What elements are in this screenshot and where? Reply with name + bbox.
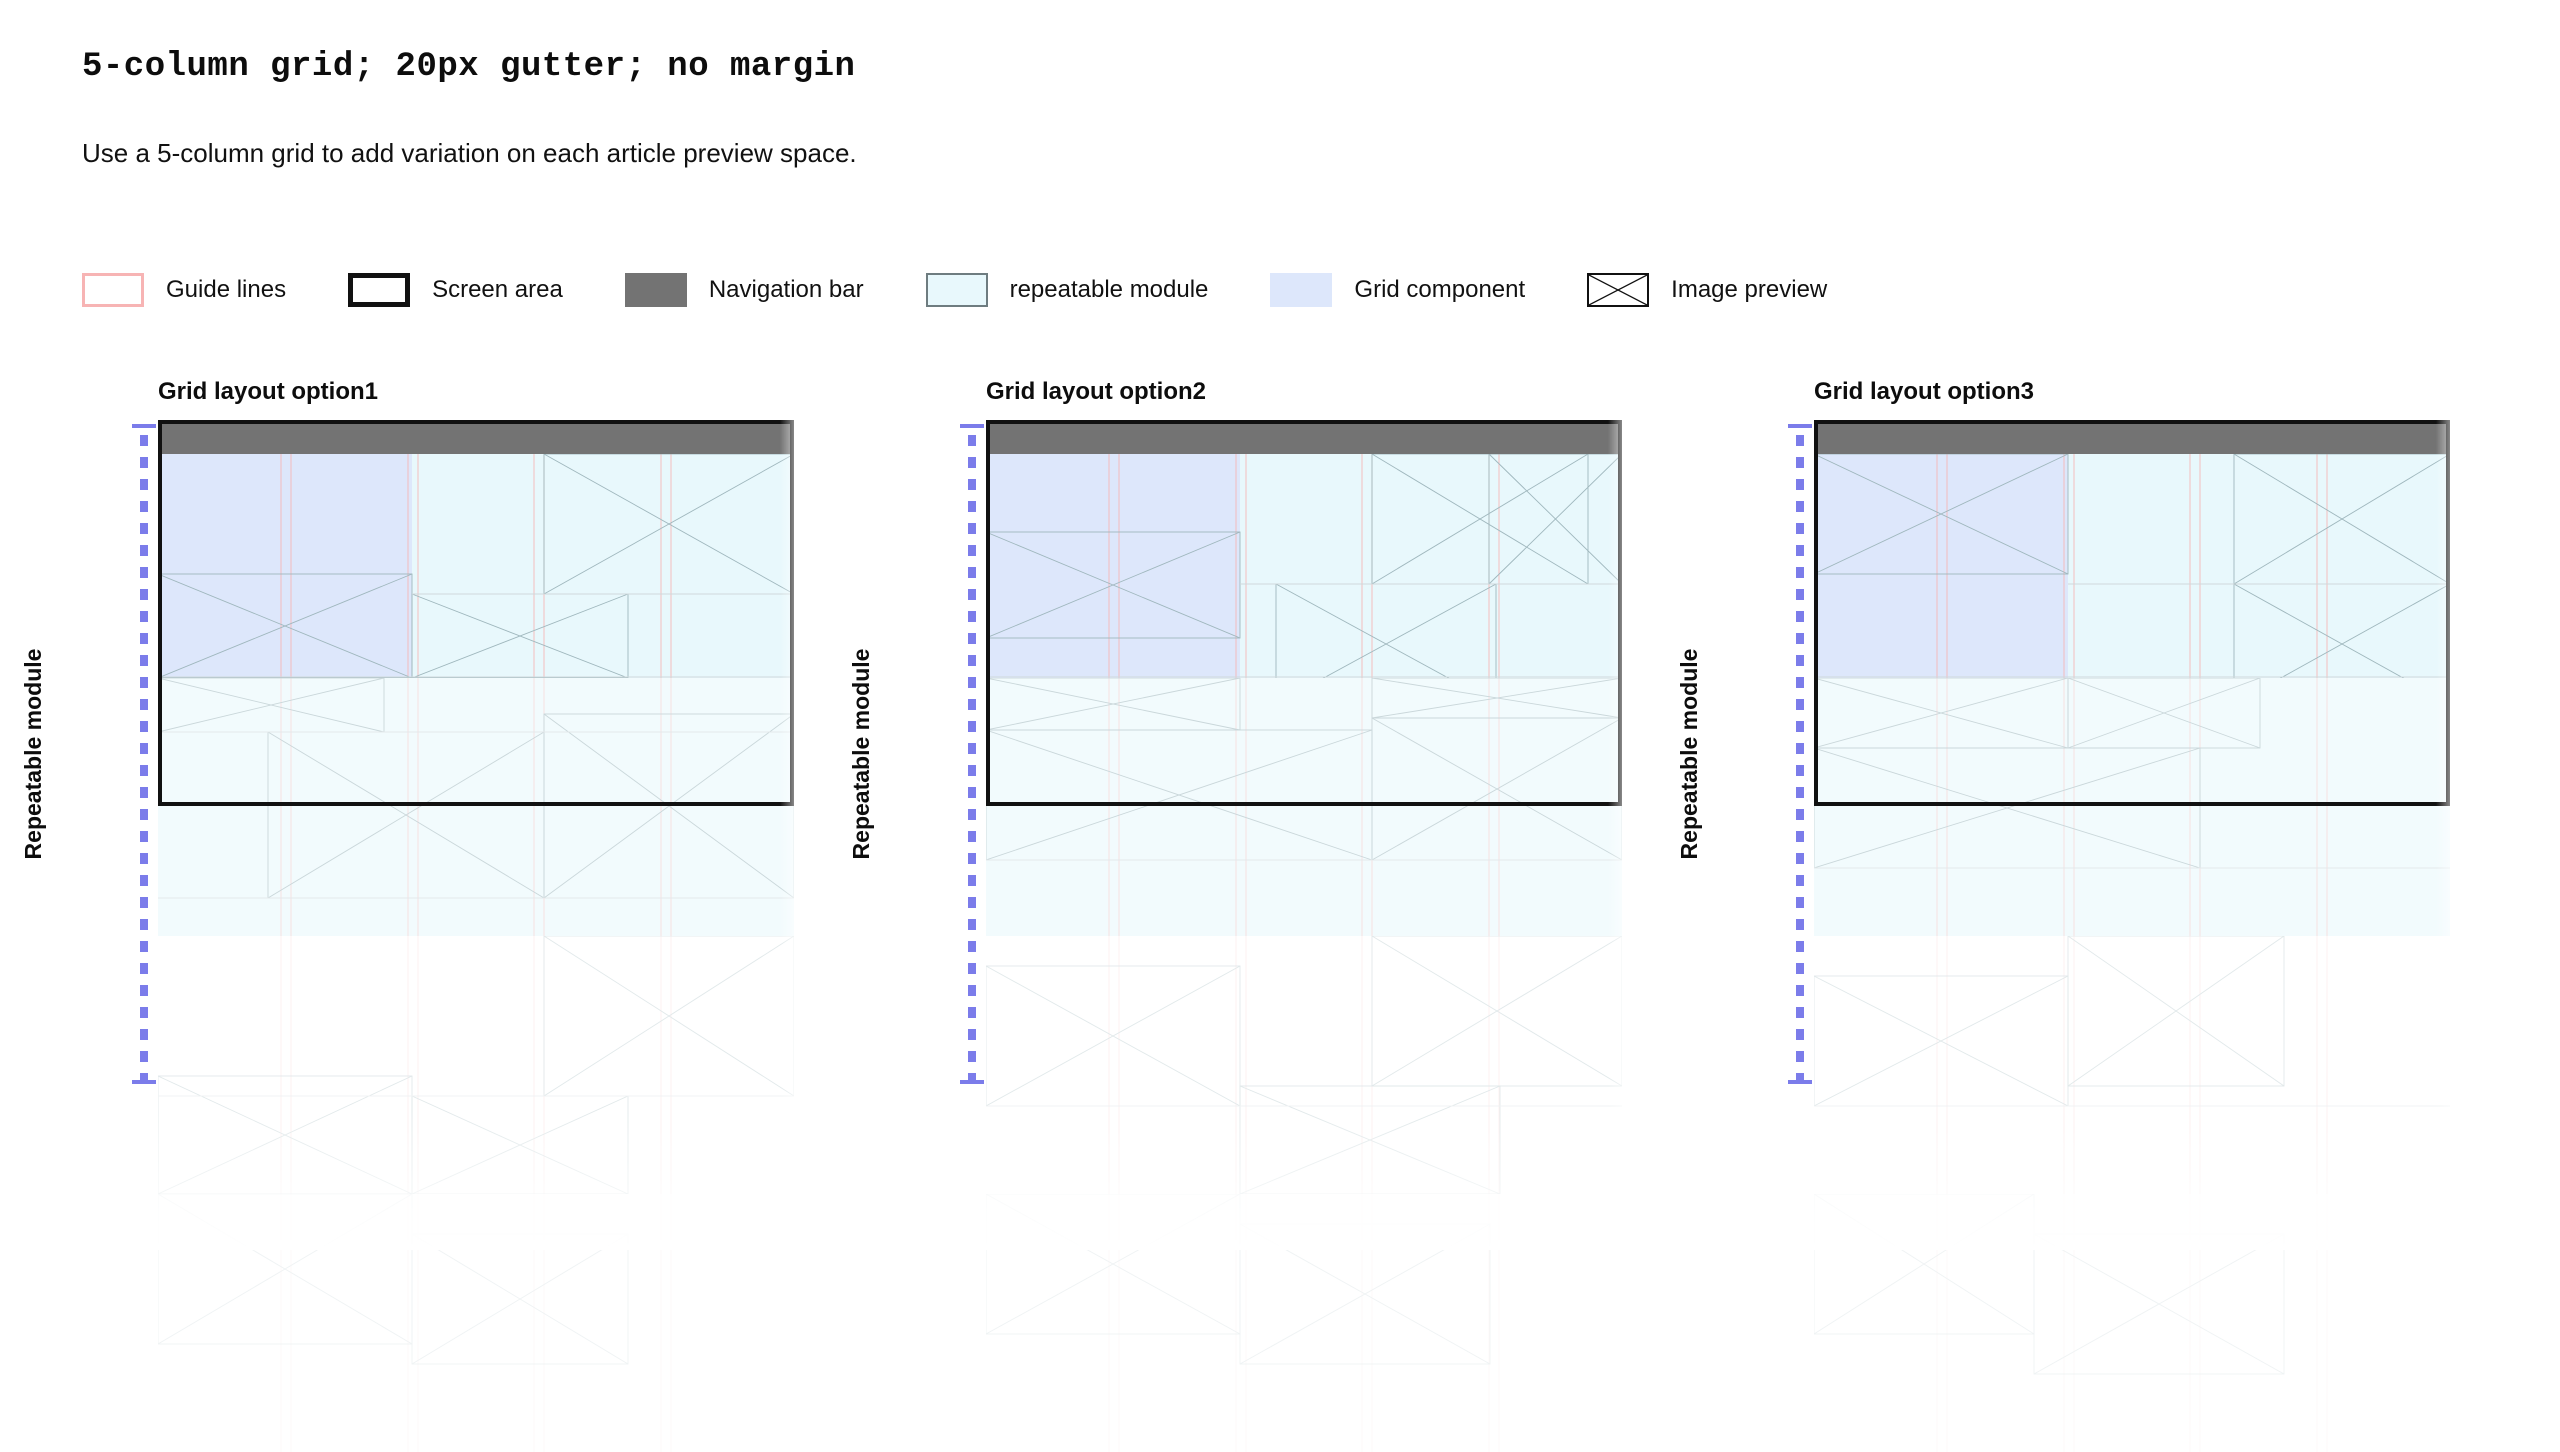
module-stack <box>1804 420 2464 1452</box>
indicator-dotted-line-icon <box>1796 424 1804 1084</box>
legend-label-repeatable-module: repeatable module <box>1009 276 1209 303</box>
legend: Guide lines Screen area Navigation bar r… <box>82 270 1889 310</box>
repeatable-module <box>986 1194 1622 1452</box>
legend-item-image-preview: Image preview <box>1587 273 1889 307</box>
repeat-indicator-label: Repeatable module <box>20 648 46 860</box>
legend-item-guide-lines: Guide lines <box>82 273 348 307</box>
panel-title: Grid layout option3 <box>1814 378 2034 405</box>
legend-label-guide-lines: Guide lines <box>166 276 287 303</box>
panel-title: Grid layout option1 <box>158 378 378 405</box>
module-stack <box>976 420 1636 1452</box>
navigation-bar-swatch <box>624 273 687 307</box>
repeatable-module <box>986 678 1622 936</box>
repeatable-module <box>158 936 794 1194</box>
repeatable-module <box>1814 936 2450 1194</box>
legend-item-screen-area: Screen area <box>348 273 625 307</box>
repeatable-module <box>1814 1194 2450 1452</box>
legend-item-repeatable-module: repeatable module <box>925 273 1271 307</box>
legend-label-navigation-bar: Navigation bar <box>708 276 864 303</box>
indicator-dotted-line-icon <box>140 424 148 1084</box>
indicator-dotted-line-icon <box>968 424 976 1084</box>
guide-lines-swatch <box>82 273 144 307</box>
repeatable-module <box>986 936 1622 1194</box>
grid-layout-panel-option3: Grid layout option3 <box>1804 378 2514 1452</box>
navigation-bar <box>986 420 1622 454</box>
repeatable-module <box>158 1194 794 1452</box>
page-title: 5-column grid; 20px gutter; no margin <box>82 48 856 86</box>
image-preview-swatch <box>1587 273 1650 307</box>
panel-title: Grid layout option2 <box>986 378 1206 405</box>
repeatable-module <box>1814 678 2450 936</box>
indicator-cap-bottom-icon <box>132 1080 156 1084</box>
repeat-indicator-option1: Repeatable module <box>20 424 162 1084</box>
legend-label-grid-component: Grid component <box>1354 276 1526 303</box>
grid-component-swatch <box>1270 273 1333 307</box>
repeatable-module <box>1814 420 2450 678</box>
indicator-cap-bottom-icon <box>1788 1080 1812 1084</box>
legend-label-image-preview: Image preview <box>1671 276 1828 303</box>
screen-area-swatch <box>348 273 411 307</box>
navigation-bar <box>1814 420 2450 454</box>
repeatable-module-swatch <box>925 273 988 307</box>
repeat-indicator-option2: Repeatable module <box>848 424 990 1084</box>
legend-item-grid-component: Grid component <box>1270 273 1587 307</box>
navigation-bar <box>158 420 794 454</box>
repeatable-module <box>158 420 794 678</box>
repeat-indicator-option3: Repeatable module <box>1676 424 1818 1084</box>
legend-item-navigation-bar: Navigation bar <box>624 273 926 307</box>
repeatable-module <box>158 678 794 936</box>
grid-layout-panel-option2: Grid layout option2 <box>976 378 1686 1452</box>
legend-label-screen-area: Screen area <box>432 276 563 303</box>
grid-layout-panel-option1: Grid layout option1 <box>148 378 858 1452</box>
page-subtitle: Use a 5-column grid to add variation on … <box>82 138 857 168</box>
module-stack <box>148 420 808 1452</box>
indicator-cap-bottom-icon <box>960 1080 984 1084</box>
repeatable-module <box>986 420 1622 678</box>
